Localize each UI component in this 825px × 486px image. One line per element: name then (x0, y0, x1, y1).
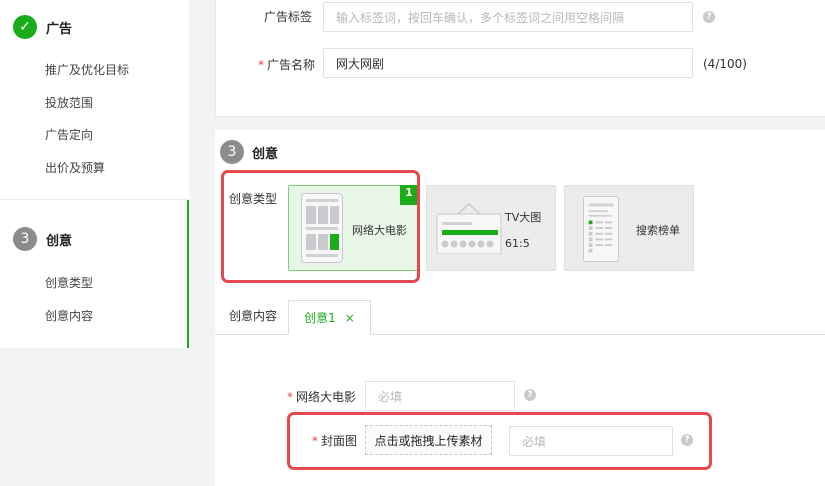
ad-name-input[interactable]: 网大网剧 (323, 48, 693, 78)
ad-tag-placeholder: 输入标签词，按回车确认，多个标签词之间用空格间隔 (336, 10, 625, 25)
step-number-badge: 3 (13, 227, 37, 251)
movie-input-placeholder: 必填 (378, 389, 403, 404)
ad-name-counter: (4/100) (703, 57, 747, 71)
sidebar: ✓ 广告 推广及优化目标 投放范围 广告定向 出价及预算 3 创意 创意类型 创… (0, 0, 189, 348)
creative-content-label: 创意内容 (229, 309, 278, 323)
required-mark: * (287, 390, 293, 404)
required-mark: * (258, 58, 264, 72)
sidebar-item-creative-content[interactable]: 创意内容 (45, 307, 93, 324)
search-rank-icon (583, 196, 619, 262)
creative-section-title: 创意 (252, 146, 279, 162)
sidebar-section-creative[interactable]: 3 创意 (13, 227, 72, 251)
movie-input[interactable]: 必填 (365, 381, 515, 411)
creative-type-tv-image[interactable]: TV大图 61:5 (426, 185, 556, 271)
ad-name-value: 网大网剧 (336, 56, 385, 71)
ad-name-label: * 广告名称 (258, 56, 315, 73)
sidebar-item-budget[interactable]: 出价及预算 (45, 159, 105, 176)
page: ✓ 广告 推广及优化目标 投放范围 广告定向 出价及预算 3 创意 创意类型 创… (0, 0, 825, 486)
ad-tag-label: 广告标签 (264, 10, 313, 24)
sidebar-active-indicator (187, 200, 189, 348)
highlight-box-creative-type (221, 170, 420, 283)
main-panel: 广告标签 输入标签词，按回车确认，多个标签词之间用空格间隔 ? * 广告名称 网大… (215, 0, 825, 486)
sidebar-item-range[interactable]: 投放范围 (45, 94, 93, 111)
question-icon[interactable]: ? (524, 389, 536, 401)
creative-type-tv-image-label: TV大图 (505, 211, 542, 224)
sidebar-item-goal[interactable]: 推广及优化目标 (45, 61, 129, 78)
tv-image-icon (436, 203, 502, 254)
check-icon: ✓ (13, 15, 37, 39)
ad-name-label-text: 广告名称 (267, 58, 316, 72)
highlight-box-cover (287, 412, 712, 470)
creative-type-search-rank[interactable]: 搜索榜单 (564, 185, 694, 271)
sidebar-section-title: 创意 (46, 233, 73, 249)
movie-field-label-text: 网络大电影 (296, 390, 357, 404)
sidebar-section-title: 广告 (46, 21, 73, 37)
sidebar-section-ad[interactable]: ✓ 广告 (13, 15, 72, 39)
movie-field-label: * 网络大电影 (287, 388, 356, 405)
ad-info-card: 广告标签 输入标签词，按回车确认，多个标签词之间用空格间隔 ? * 广告名称 网大… (215, 0, 825, 117)
creative-type-search-rank-label: 搜索榜单 (636, 224, 680, 237)
ad-tag-input[interactable]: 输入标签词，按回车确认，多个标签词之间用空格间隔 (323, 2, 693, 32)
tab-creative-1[interactable]: 创意1 × (288, 300, 371, 335)
creative-section-header: 3 创意 (220, 140, 278, 164)
question-icon[interactable]: ? (703, 11, 715, 23)
creative-type-tv-image-ratio: 61:5 (505, 237, 530, 250)
sidebar-divider (0, 199, 189, 200)
sidebar-item-targeting[interactable]: 广告定向 (45, 126, 93, 143)
step-number-badge: 3 (220, 140, 244, 164)
sidebar-item-creative-type[interactable]: 创意类型 (45, 274, 93, 291)
tab-creative-1-label: 创意1 (304, 311, 336, 325)
section-gap (215, 117, 825, 130)
close-icon[interactable]: × (345, 311, 355, 325)
